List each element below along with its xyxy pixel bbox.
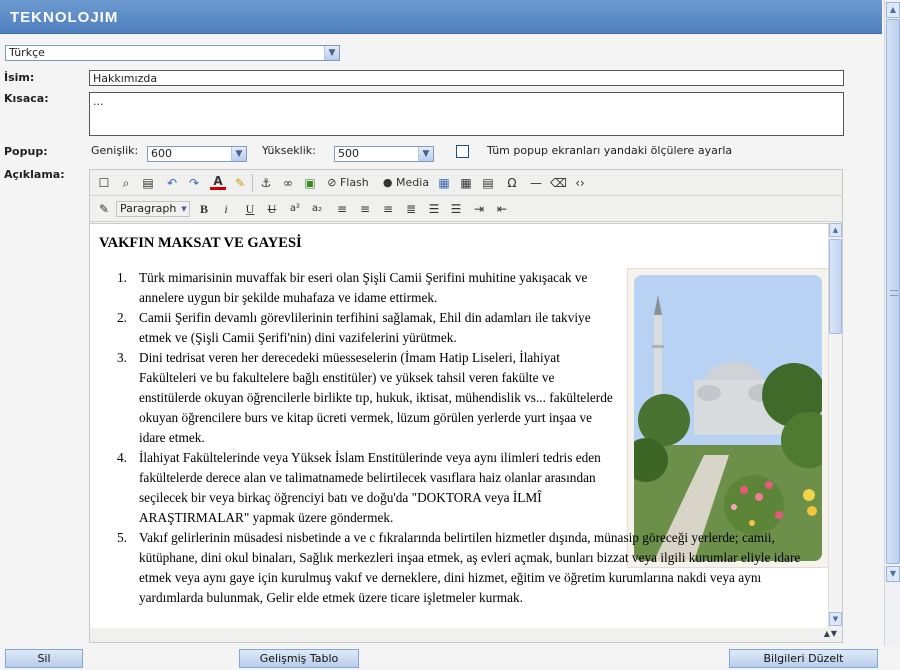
update-button[interactable]: Bilgileri Düzelt [729,649,878,668]
editor-toolbar-top: ☐ ⌕ ▤ ↶ ↷ A ✎ ⚓ ∞ ▣ ⊘ Flash ● Media ▦ ▦ … [90,170,842,196]
subscript-icon[interactable]: a₂ [309,201,325,217]
format-select-value: Paragraph [120,202,177,215]
source-code-icon[interactable]: ‹› [572,175,588,191]
resize-arrows-icon[interactable]: ▲▼ [824,629,838,638]
justify-icon[interactable]: ≣ [403,201,419,217]
scroll-thumb[interactable] [886,19,900,564]
height-label: Yükseklik: [262,144,316,157]
list-item: 5. Vakıf gelirlerinin müsadesi nisbetinde… [117,530,801,605]
strikethrough-icon[interactable]: U [264,201,280,217]
all-popups-checkbox[interactable] [456,145,469,158]
remove-format-icon[interactable]: ⌫ [550,175,567,191]
list-item: 4. İlahiyat Fakültelerinde veya Yüksek İs… [117,450,601,525]
special-char-icon[interactable]: Ω [504,175,520,191]
editor-scroll-thumb[interactable] [829,239,842,334]
template-icon[interactable]: ▤ [480,175,496,191]
underline-icon[interactable]: U [242,201,258,217]
language-select[interactable]: Türkçe ▼ [5,45,340,61]
format-select[interactable]: Paragraph ▼ [116,201,190,217]
list-item: 3. Dini tedrisat veren her derecedeki müe… [117,350,613,445]
list-item: 1. Türk mimarisinin muvaffak bir eseri ol… [117,270,588,305]
editor-scrollbar[interactable]: ▲ ▼ [828,223,842,628]
editor-resize-bar[interactable]: ▲▼ [90,628,842,642]
chevron-down-icon[interactable]: ▼ [418,147,433,161]
rich-text-editor[interactable]: ☐ ⌕ ▤ ↶ ↷ A ✎ ⚓ ∞ ▣ ⊘ Flash ● Media ▦ ▦ … [89,169,843,643]
flash-button[interactable]: ⊘ Flash [326,175,370,191]
unordered-list-icon[interactable]: ☰ [448,201,464,217]
name-label: İsim: [4,71,35,84]
short-textarea-value: ... [93,95,104,108]
scroll-up-icon[interactable]: ▲ [829,223,842,237]
editor-toolbar-bottom: ✎ Paragraph ▼ B i U U a² a₂ ≡ ≡ ≡ ≣ ☰ ☰ … [90,196,842,222]
media-button[interactable]: ● Media [382,175,430,191]
language-select-value: Türkçe [9,46,45,59]
short-label: Kısaca: [4,92,49,105]
name-input[interactable]: Hakkımızda [89,70,844,86]
objectives-list: 1. Türk mimarisinin muvaffak bir eseri ol… [117,268,812,608]
undo-icon[interactable]: ↶ [164,175,180,191]
bold-icon[interactable]: B [196,201,212,217]
chevron-down-icon[interactable]: ▼ [324,46,339,60]
width-select[interactable]: 600 ▼ [147,146,247,162]
italic-icon[interactable]: i [218,201,234,217]
paste-word-icon[interactable]: ▤ [140,175,156,191]
short-textarea[interactable]: ... [89,92,844,136]
style-edit-icon[interactable]: ✎ [96,201,112,217]
superscript-icon[interactable]: a² [287,201,303,217]
outdent-icon[interactable]: ⇤ [494,201,510,217]
scroll-up-icon[interactable]: ▲ [886,2,900,18]
chevron-down-icon[interactable]: ▼ [231,147,246,161]
editor-content[interactable]: VAKFIN MAKSAT VE GAYESİ 1. Türk mimarisi… [90,223,830,628]
table-icon[interactable]: ▦ [436,175,452,191]
ordered-list-icon[interactable]: ☰ [426,201,442,217]
delete-button[interactable]: Sil [5,649,83,668]
width-select-value: 600 [151,147,172,160]
window-scrollbar[interactable]: ▲ ▼ [884,0,900,646]
align-left-icon[interactable]: ≡ [334,201,350,217]
name-input-value: Hakkımızda [93,72,158,85]
image-icon[interactable]: ▣ [302,175,318,191]
highlight-icon[interactable]: ✎ [232,175,248,191]
indent-icon[interactable]: ⇥ [471,201,487,217]
popup-label: Popup: [4,145,48,158]
width-label: Genişlik: [91,144,139,157]
height-select-value: 500 [338,147,359,160]
list-item: 2. Camii Şerifin devamlı görevlilerinin t… [117,310,591,345]
title-bar: TEKNOLOJIM [0,0,882,34]
app-title: TEKNOLOJIM [10,9,119,26]
new-document-icon[interactable]: ☐ [96,175,112,191]
scroll-down-icon[interactable]: ▼ [829,612,842,626]
text-color-icon[interactable]: A [210,175,226,190]
redo-icon[interactable]: ↷ [186,175,202,191]
description-label: Açıklama: [4,168,65,181]
find-icon[interactable]: ⌕ [118,175,134,191]
chevron-down-icon[interactable]: ▼ [179,202,189,216]
height-select[interactable]: 500 ▼ [334,146,434,162]
horizontal-rule-icon[interactable]: — [528,175,544,191]
all-popups-label: Tüm popup ekranları yandaki ölçülere aya… [487,144,733,157]
document-heading: VAKFIN MAKSAT VE GAYESİ [99,235,302,251]
align-right-icon[interactable]: ≡ [380,201,396,217]
link-icon[interactable]: ∞ [280,175,296,191]
align-center-icon[interactable]: ≡ [357,201,373,217]
advanced-table-button[interactable]: Gelişmiş Tablo [239,649,359,668]
anchor-icon[interactable]: ⚓ [258,175,274,191]
table-edit-icon[interactable]: ▦ [458,175,474,191]
scroll-down-icon[interactable]: ▼ [886,566,900,582]
